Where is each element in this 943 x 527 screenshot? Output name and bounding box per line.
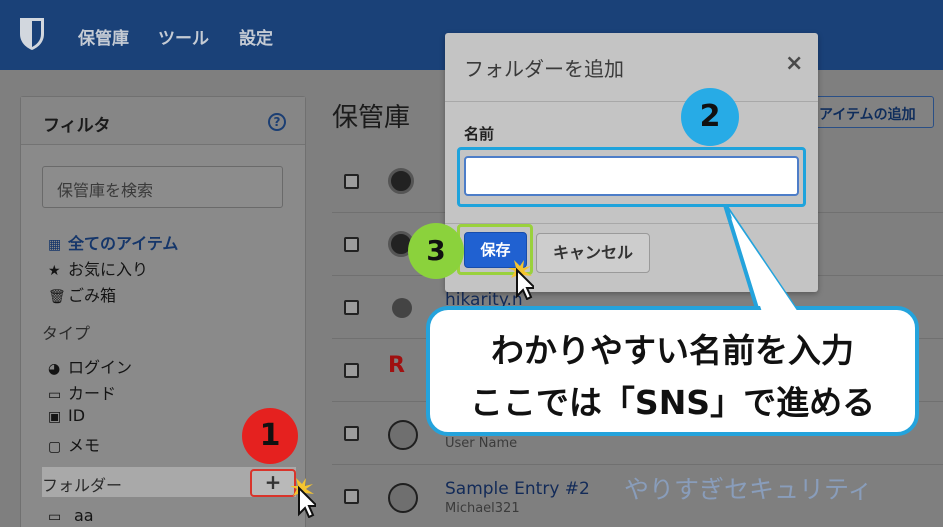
callout-line-2: ここでは「SNS」で進める [469, 383, 876, 422]
row-checkbox[interactable] [344, 174, 359, 189]
types-heading: タイプ [42, 324, 91, 343]
filter-type-identity-label: ID [68, 406, 86, 425]
filter-all-items-label: 全てのアイテム [68, 234, 179, 253]
add-item-label: アイテムの追加 [819, 107, 916, 123]
filter-favorites[interactable]: ★ お気に入り [48, 256, 148, 280]
filter-type-card-label: カード [68, 384, 117, 403]
filter-title: フィルタ [43, 116, 111, 136]
filter-type-note[interactable]: ▢ メモ [48, 432, 100, 456]
row-checkbox[interactable] [344, 426, 359, 441]
watermark: やりすぎセキュリティ [624, 475, 873, 504]
row-checkbox[interactable] [344, 300, 359, 315]
filter-type-card[interactable]: ▭ カード [48, 380, 116, 404]
dialog-title: フォルダーを追加 [464, 57, 624, 81]
lock-icon [388, 420, 418, 450]
filter-header: フィルタ ? [21, 97, 305, 145]
row-checkbox[interactable] [344, 489, 359, 504]
row-checkbox[interactable] [344, 363, 359, 378]
folder-item-aa[interactable]: ▭ aa [48, 506, 94, 525]
instruction-callout: わかりやすい名前を入力 ここでは「SNS」で進める [426, 306, 919, 436]
folder-name-label: 名前 [464, 125, 495, 143]
click-cursor-icon [508, 260, 534, 300]
folder-icon: ▭ [48, 509, 62, 525]
nav-settings[interactable]: 設定 [239, 24, 273, 49]
folder-item-label: aa [74, 506, 94, 525]
add-item-button[interactable]: アイテムの追加 [810, 96, 934, 128]
cancel-button[interactable]: キャンセル [536, 233, 650, 273]
step-marker-2: 2 [681, 88, 739, 146]
filter-type-login-label: ログイン [68, 358, 133, 377]
globe-icon [392, 298, 412, 318]
filter-type-note-label: メモ [68, 436, 101, 455]
lock-icon [388, 483, 418, 513]
row-username: Michael321 [445, 501, 520, 516]
callout-line-1: わかりやすい名前を入力 [491, 331, 854, 370]
id-card-icon: ▣ [48, 409, 62, 425]
filter-type-identity[interactable]: ▣ ID [48, 406, 85, 425]
row-username: User Name [445, 436, 518, 451]
step-marker-1: 1 [242, 408, 298, 464]
close-icon[interactable]: × [785, 51, 803, 76]
rakuten-icon: R [388, 353, 405, 378]
filter-all-items[interactable]: ▦ 全てのアイテム [48, 230, 178, 254]
nav-vault[interactable]: 保管庫 [78, 24, 129, 49]
filter-trash[interactable]: 🗑 ごみ箱 [48, 282, 116, 306]
filter-trash-label: ごみ箱 [68, 286, 117, 305]
help-icon[interactable]: ? [268, 113, 286, 131]
row-name[interactable]: Sample Entry #2 [445, 479, 590, 499]
folder-name-input[interactable] [464, 156, 799, 196]
add-folder-dialog: フォルダーを追加 × 名前 保存 キャンセル [445, 33, 818, 292]
nav-tools[interactable]: ツール [158, 24, 209, 49]
globe-icon: ◕ [48, 361, 61, 377]
step-marker-3: 3 [408, 223, 464, 279]
folders-heading: フォルダー [42, 476, 123, 495]
dialog-header: フォルダーを追加 × [445, 33, 818, 102]
star-icon: ★ [48, 263, 61, 279]
row-checkbox[interactable] [344, 237, 359, 252]
github-icon [388, 168, 414, 194]
grid-icon: ▦ [48, 237, 62, 253]
note-icon: ▢ [48, 439, 62, 455]
filter-type-login[interactable]: ◕ ログイン [48, 354, 132, 378]
name-input-highlight [457, 147, 806, 207]
vault-search-input[interactable]: 保管庫を検索 [42, 166, 283, 208]
click-cursor-icon [290, 478, 316, 518]
bitwarden-logo-icon[interactable] [18, 16, 46, 52]
trash-icon: 🗑 [48, 289, 66, 305]
vault-title: 保管庫 [332, 103, 411, 133]
filter-favorites-label: お気に入り [68, 260, 149, 279]
credit-card-icon: ▭ [48, 387, 62, 403]
